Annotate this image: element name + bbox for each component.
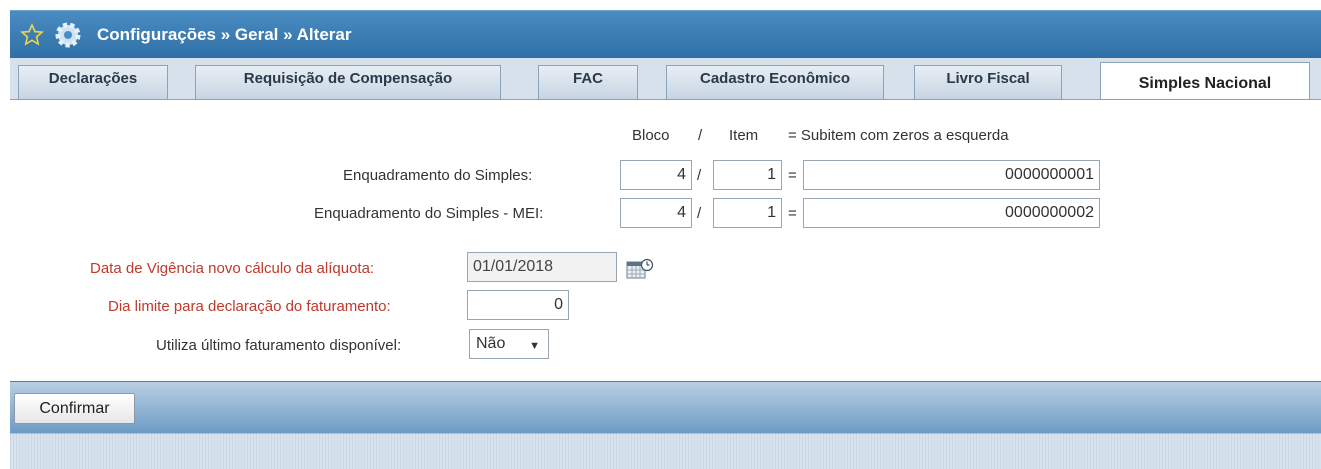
select-value: Não bbox=[476, 335, 506, 352]
enquadramento-subitem-input[interactable]: 0000000001 bbox=[803, 160, 1100, 190]
page-title: Configurações » Geral » Alterar bbox=[97, 25, 352, 44]
ultimo-faturamento-label: Utiliza último faturamento disponível: bbox=[156, 337, 402, 354]
enquadramento-mei-bloco-input[interactable]: 4 bbox=[620, 198, 692, 228]
slash-separator: / bbox=[697, 205, 702, 222]
bottom-strip bbox=[10, 433, 1321, 469]
calendar-icon[interactable] bbox=[626, 257, 654, 288]
header-slash: / bbox=[698, 127, 703, 144]
tab-requisicao-compensacao[interactable]: Requisição de Compensação bbox=[195, 65, 501, 99]
header-subitem: = Subitem com zeros a esquerda bbox=[788, 127, 1009, 144]
tab-simples-nacional[interactable]: Simples Nacional bbox=[1100, 62, 1310, 100]
confirm-button[interactable]: Confirmar bbox=[14, 393, 135, 424]
gear-icon bbox=[52, 20, 84, 55]
tab-cadastro-economico[interactable]: Cadastro Econômico bbox=[666, 65, 884, 99]
tab-declaracoes[interactable]: Declarações bbox=[18, 65, 168, 99]
header-bloco: Bloco bbox=[632, 127, 670, 144]
tab-bar: Declarações Requisição de Compensação FA… bbox=[10, 58, 1321, 100]
enquadramento-mei-label: Enquadramento do Simples - MEI: bbox=[314, 205, 544, 222]
dia-limite-input[interactable]: 0 bbox=[467, 290, 569, 320]
dia-limite-label: Dia limite para declaração do faturament… bbox=[108, 298, 391, 315]
equals-separator: = bbox=[788, 205, 797, 222]
enquadramento-item-input[interactable]: 1 bbox=[713, 160, 782, 190]
tab-livro-fiscal[interactable]: Livro Fiscal bbox=[914, 65, 1062, 99]
vigencia-date-input[interactable]: 01/01/2018 bbox=[467, 252, 617, 282]
chevron-down-icon: ▼ bbox=[529, 340, 540, 352]
enquadramento-bloco-input[interactable]: 4 bbox=[620, 160, 692, 190]
header-item: Item bbox=[729, 127, 759, 144]
footer-bar bbox=[10, 381, 1321, 433]
title-bar: Configurações » Geral » Alterar bbox=[10, 10, 1321, 58]
tab-fac[interactable]: FAC bbox=[538, 65, 638, 99]
star-icon[interactable] bbox=[20, 23, 44, 52]
ultimo-faturamento-select[interactable]: Não ▼ bbox=[469, 329, 549, 359]
enquadramento-mei-subitem-input[interactable]: 0000000002 bbox=[803, 198, 1100, 228]
enquadramento-label: Enquadramento do Simples: bbox=[343, 167, 533, 184]
slash-separator: / bbox=[697, 167, 702, 184]
vigencia-label: Data de Vigência novo cálculo da alíquot… bbox=[90, 260, 375, 277]
enquadramento-mei-item-input[interactable]: 1 bbox=[713, 198, 782, 228]
equals-separator: = bbox=[788, 167, 797, 184]
